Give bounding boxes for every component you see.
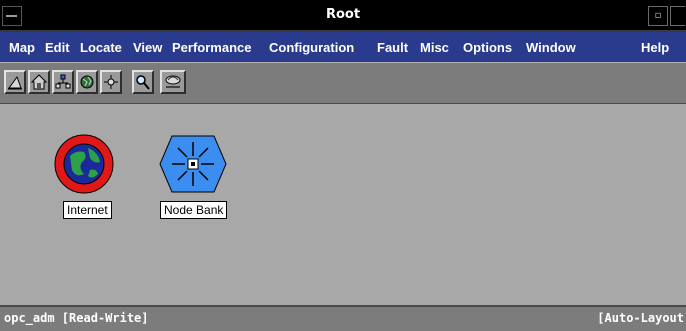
home-button[interactable] <box>28 70 50 94</box>
triangle-button[interactable] <box>4 70 26 94</box>
menu-edit[interactable]: Edit <box>45 40 70 55</box>
node-bank-icon <box>159 135 227 193</box>
internet-node[interactable]: Internet <box>54 134 118 219</box>
menu-bar: Map Edit Locate View Performance Configu… <box>0 32 686 62</box>
menu-map[interactable]: Map <box>9 40 35 55</box>
compass-button[interactable] <box>100 70 122 94</box>
menu-locate[interactable]: Locate <box>80 40 122 55</box>
network-tree-button[interactable] <box>52 70 74 94</box>
compass-icon <box>104 75 118 89</box>
submap-icon <box>165 75 181 88</box>
menu-fault[interactable]: Fault <box>377 40 408 55</box>
status-user-mode: opc_adm [Read-Write] <box>4 311 149 325</box>
home-icon <box>31 74 47 90</box>
status-layout-mode: [Auto-Layout <box>597 311 684 325</box>
app-window: Root ▫ Map Edit Locate View Performance … <box>0 0 686 331</box>
internet-globe-icon <box>54 134 114 194</box>
internet-label[interactable]: Internet <box>63 201 112 219</box>
submap-button[interactable] <box>160 70 186 94</box>
network-tree-icon <box>55 74 71 89</box>
triangle-icon <box>8 75 22 90</box>
menu-configuration[interactable]: Configuration <box>269 40 354 55</box>
globe-icon <box>80 75 94 89</box>
node-bank-label[interactable]: Node Bank <box>160 201 228 219</box>
window-title: Root <box>325 7 361 22</box>
search-icon <box>136 75 150 90</box>
minimize-icon[interactable]: ▫ <box>648 6 668 26</box>
search-button[interactable] <box>132 70 154 94</box>
globe-button[interactable] <box>76 70 98 94</box>
status-bar: opc_adm [Read-Write] [Auto-Layout <box>0 305 686 331</box>
menu-help[interactable]: Help <box>641 40 669 55</box>
menu-misc[interactable]: Misc <box>420 40 449 55</box>
maximize-icon[interactable] <box>670 6 685 26</box>
map-canvas[interactable]: Internet Node Bank <box>0 104 686 304</box>
toolbar <box>0 62 686 105</box>
title-bar[interactable]: Root ▫ <box>0 0 686 32</box>
menu-options[interactable]: Options <box>463 40 512 55</box>
node-bank-node[interactable]: Node Bank <box>158 134 228 219</box>
menu-view[interactable]: View <box>133 40 162 55</box>
menu-window[interactable]: Window <box>526 40 576 55</box>
menu-performance[interactable]: Performance <box>172 40 251 55</box>
